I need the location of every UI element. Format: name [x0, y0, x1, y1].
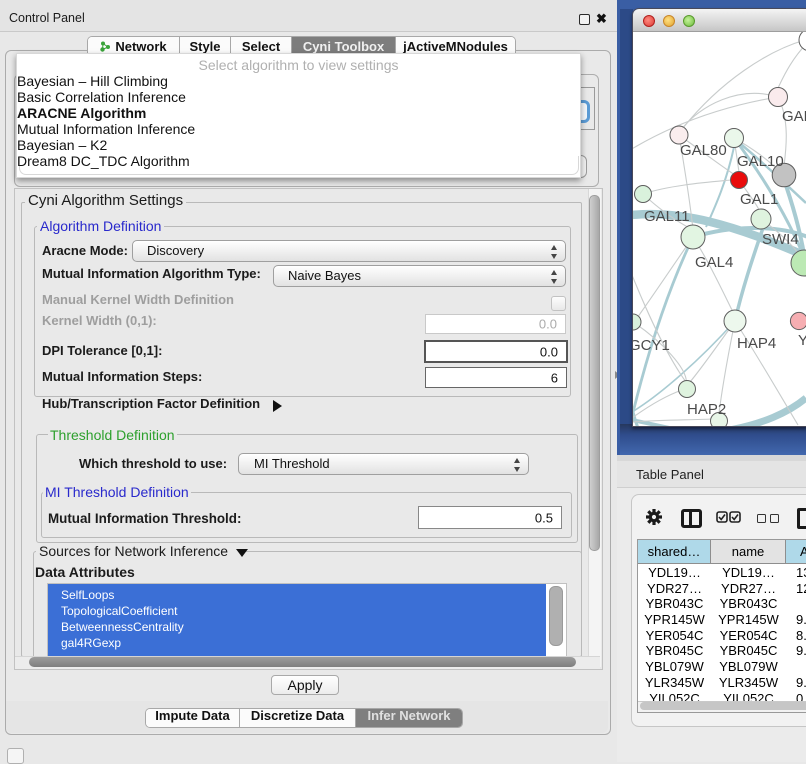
svg-text:Y: Y: [798, 332, 806, 349]
svg-text:SWI4: SWI4: [762, 231, 799, 248]
svg-text:GCY1: GCY1: [633, 337, 670, 354]
svg-text:GAL7: GAL7: [782, 108, 806, 125]
svg-text:GAL4: GAL4: [695, 254, 733, 271]
svg-text:HAP2: HAP2: [687, 401, 726, 418]
svg-text:HAP4: HAP4: [737, 335, 776, 352]
svg-text:GAL10: GAL10: [737, 153, 784, 170]
svg-text:GAL1: GAL1: [740, 191, 778, 208]
svg-text:GAL80: GAL80: [680, 142, 727, 159]
svg-text:GAL11: GAL11: [644, 208, 690, 225]
